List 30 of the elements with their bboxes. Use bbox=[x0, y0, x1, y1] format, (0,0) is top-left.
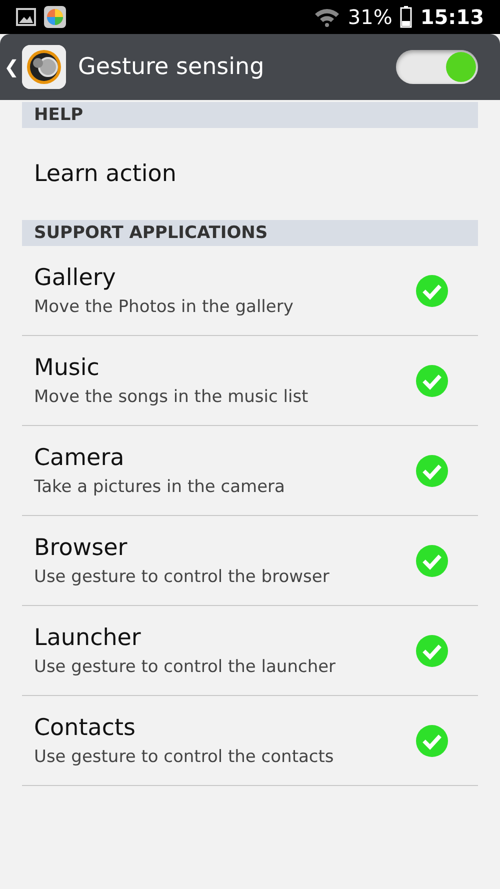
item-subtitle: Move the songs in the music list bbox=[34, 386, 310, 409]
list-item[interactable]: Learn action bbox=[22, 128, 478, 220]
item-title: Music bbox=[34, 354, 100, 382]
check-icon[interactable] bbox=[414, 452, 450, 488]
item-subtitle: Use gesture to control the browser bbox=[34, 566, 330, 589]
item-title: Browser bbox=[34, 534, 128, 562]
section-header: SUPPORT APPLICATIONS bbox=[22, 220, 478, 246]
item-subtitle: Move the Photos in the gallery bbox=[34, 296, 294, 319]
back-button[interactable]: ❮ bbox=[4, 54, 18, 80]
item-subtitle: Take a pictures in the camera bbox=[34, 476, 286, 499]
check-icon[interactable] bbox=[414, 362, 450, 398]
item-subtitle: Use gesture to control the contacts bbox=[34, 746, 335, 769]
item-title: Camera bbox=[34, 444, 126, 472]
item-title: Gallery bbox=[34, 264, 117, 292]
app-icon bbox=[44, 6, 66, 28]
battery-percent: 31% bbox=[348, 4, 392, 31]
clock: 15:13 bbox=[420, 4, 484, 31]
battery-icon bbox=[400, 6, 412, 28]
section-header: HELP bbox=[22, 102, 478, 128]
item-subtitle: Use gesture to control the launcher bbox=[34, 656, 337, 679]
check-icon[interactable] bbox=[414, 272, 450, 308]
check-icon[interactable] bbox=[414, 542, 450, 578]
check-icon[interactable] bbox=[414, 632, 450, 668]
check-icon[interactable] bbox=[414, 722, 450, 758]
item-title: Launcher bbox=[34, 624, 142, 652]
wifi-icon bbox=[314, 7, 340, 27]
item-title: Contacts bbox=[34, 714, 136, 742]
image-icon bbox=[16, 8, 36, 26]
toggle-switch[interactable] bbox=[396, 50, 478, 84]
screen-title: Gesture sensing bbox=[78, 52, 266, 82]
